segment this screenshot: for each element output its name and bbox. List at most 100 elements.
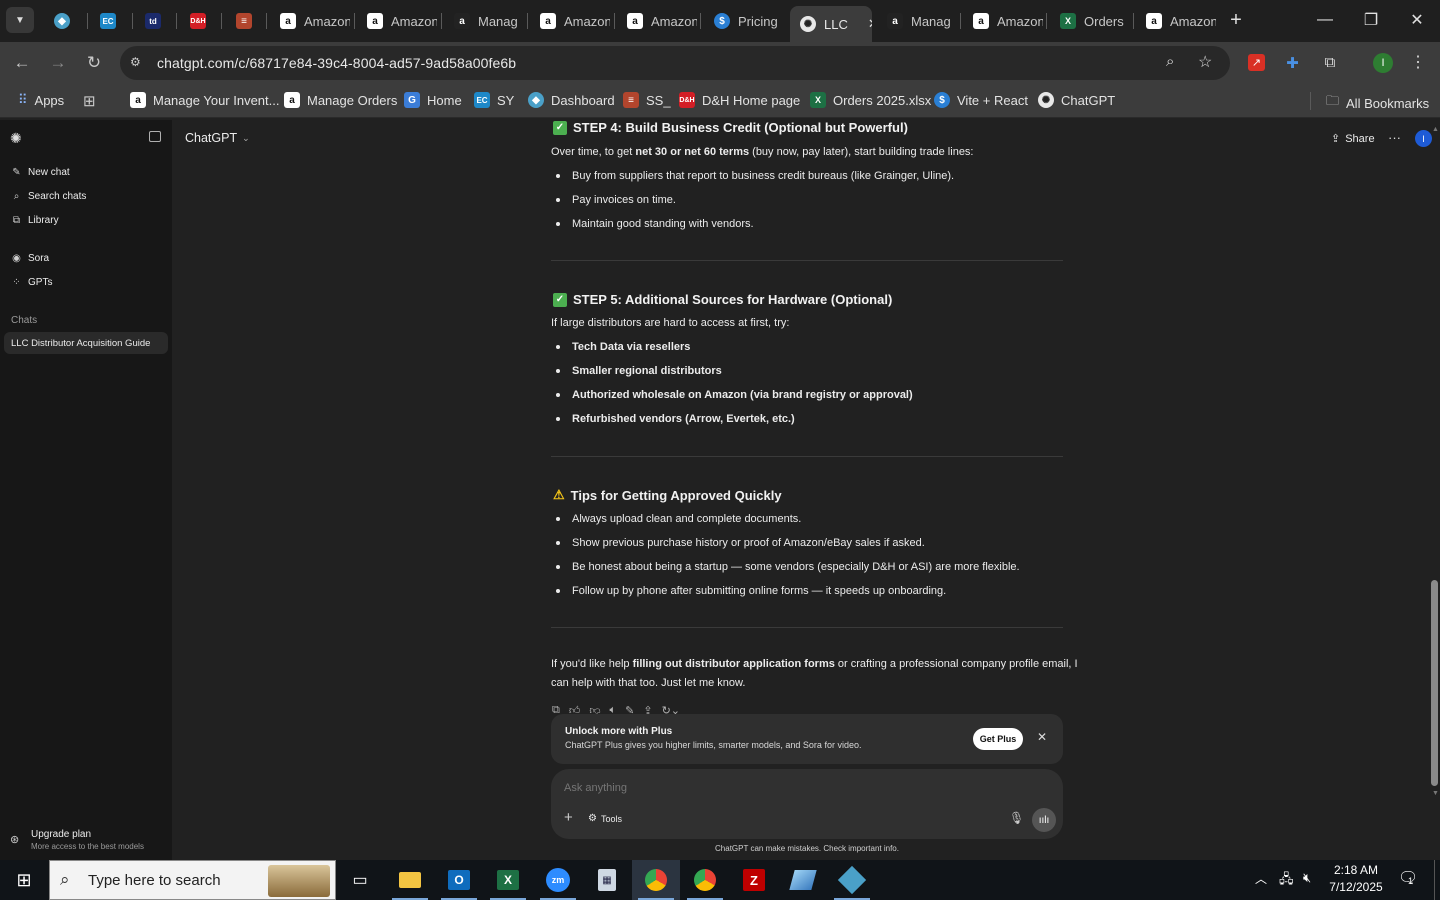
tab-amazon-3[interactable]: a Amazon xyxy=(530,6,610,36)
start-button[interactable]: ⊞ xyxy=(0,860,48,900)
folder-icon: 🗀 xyxy=(1326,93,1340,108)
notifications-icon[interactable]: 🗨︎ 1 xyxy=(1398,868,1420,890)
filezilla-icon[interactable]: Z xyxy=(730,860,778,900)
composer: + ⚙Tools 🎙︎ ıılı xyxy=(551,769,1063,839)
voice-mode-button[interactable]: ıılı xyxy=(1032,808,1056,832)
app-icon-blue[interactable] xyxy=(779,860,827,900)
bookmark-vite-react[interactable]: $ Vite + React xyxy=(934,92,1028,108)
chrome-icon[interactable] xyxy=(632,860,680,900)
tab-amazon-1[interactable]: a Amazon xyxy=(270,6,350,36)
tools-button[interactable]: ⚙ Tools xyxy=(588,813,622,824)
chrome-profile-icon[interactable] xyxy=(681,860,729,900)
tab-ec[interactable]: EC xyxy=(90,6,130,36)
zoom-app-icon[interactable]: zm xyxy=(534,860,582,900)
page-scrollbar[interactable]: ▲ ▼ xyxy=(1429,126,1439,800)
address-bar[interactable]: ⚙ chatgpt.com/c/68717e84-39c4-8004-ad57-… xyxy=(120,46,1230,80)
list-item: Authorized wholesale on Amazon (via bran… xyxy=(572,389,913,401)
new-chat-button[interactable]: ✎ New chat xyxy=(11,167,69,178)
tab-colab[interactable]: ◆ xyxy=(44,6,84,36)
prompt-input[interactable] xyxy=(564,779,1044,797)
bookmark-dashboard[interactable]: ◆ Dashboard xyxy=(528,92,615,108)
tab-amazon-2[interactable]: a Amazon xyxy=(357,6,437,36)
chat-item-llc[interactable]: LLC Distributor Acquisition Guide xyxy=(4,332,168,354)
bookmark-sy[interactable]: EC SY xyxy=(474,92,514,108)
show-desktop-button[interactable] xyxy=(1434,860,1440,900)
upgrade-plan-button[interactable]: ⊛ Upgrade plan More access to the best m… xyxy=(10,828,168,856)
tab-amazon-5[interactable]: a Amazon xyxy=(963,6,1043,36)
show-hidden-icons[interactable]: ︿ xyxy=(1255,870,1267,887)
tab-search-button[interactable]: ▼ xyxy=(6,7,34,33)
tab-pricing[interactable]: $ Pricing xyxy=(704,6,784,36)
restore-button[interactable]: ❐ xyxy=(1348,0,1394,40)
forward-button[interactable]: → xyxy=(44,49,72,77)
tab-amazon-4[interactable]: a Amazon xyxy=(617,6,697,36)
profile-avatar[interactable]: I xyxy=(1373,53,1393,73)
outlook-icon[interactable]: O xyxy=(435,860,483,900)
taskbar-search-box[interactable]: ⌕ Type here to search xyxy=(49,860,336,900)
all-bookmarks-button[interactable]: 🗀 All Bookmarks xyxy=(1326,92,1429,114)
task-view-icon[interactable]: ▭ xyxy=(336,860,384,900)
bookmark-chatgpt[interactable]: ✺ ChatGPT xyxy=(1038,92,1115,108)
zoom-icon[interactable]: ⌕ xyxy=(1166,53,1174,70)
dh-icon: D&H xyxy=(679,92,695,108)
extension-red-icon[interactable]: ↗ xyxy=(1248,54,1265,71)
extensions-puzzle-icon[interactable]: ⧉ xyxy=(1320,52,1340,72)
bookmark-star-icon[interactable]: ☆ xyxy=(1198,52,1212,72)
tab-manage-2[interactable]: a Manag xyxy=(877,6,957,36)
tab-orders[interactable]: X Orders xyxy=(1050,6,1130,36)
bookmark-dh-home[interactable]: D&H D&H Home page xyxy=(679,92,800,108)
volume-muted-icon[interactable]: 🔇︎ xyxy=(1303,870,1311,886)
share-button[interactable]: ⇪ Share xyxy=(1331,132,1375,146)
toggle-sidebar-icon[interactable] xyxy=(149,131,161,142)
sora-button[interactable]: ◉ Sora xyxy=(11,253,49,264)
tips-heading: ⚠ Tips for Getting Approved Quickly xyxy=(553,487,782,503)
tab-dh[interactable]: D&H xyxy=(180,6,220,36)
calculator-icon[interactable]: ▦ xyxy=(583,860,631,900)
excel-icon[interactable]: X xyxy=(484,860,532,900)
clock[interactable]: 2:18 AM 7/12/2025 xyxy=(1325,863,1387,894)
closing-line-2: can help with that too. Just let me know… xyxy=(551,677,746,689)
extension-blue-icon[interactable]: ✚ xyxy=(1284,54,1301,72)
bookmark-ss[interactable]: ≡ SS_ xyxy=(623,92,671,108)
add-attachment-icon[interactable]: + xyxy=(564,809,573,826)
more-options-icon[interactable]: ··· xyxy=(1388,130,1401,145)
bookmark-orders-2025[interactable]: X Orders 2025.xlsx xyxy=(810,92,931,108)
scrollbar-thumb[interactable] xyxy=(1431,580,1438,786)
sora-icon: ◉ xyxy=(12,253,21,264)
list-item: Always upload clean and complete documen… xyxy=(572,513,802,525)
library-button[interactable]: ⧉ Library xyxy=(11,215,59,226)
minimize-button[interactable]: — xyxy=(1302,0,1348,40)
file-explorer-icon[interactable] xyxy=(386,860,434,900)
amazon-icon: a xyxy=(540,13,556,29)
close-promo-icon[interactable]: ✕ xyxy=(1037,730,1047,744)
chrome-menu-icon[interactable]: ⋮ xyxy=(1410,51,1426,73)
tab-stack[interactable]: ≡ xyxy=(226,6,266,36)
get-plus-button[interactable]: Get Plus xyxy=(973,728,1023,750)
bookmark-home[interactable]: G Home xyxy=(404,92,462,108)
tab-tech-data[interactable]: td xyxy=(135,6,175,36)
tab-groups-button[interactable]: ⊞ xyxy=(83,92,96,110)
colab-taskbar-icon[interactable] xyxy=(828,860,876,900)
openai-logo-icon[interactable]: ✺ xyxy=(10,130,22,147)
new-tab-button[interactable]: + xyxy=(1224,8,1248,32)
gpts-button[interactable]: ⁘ GPTs xyxy=(11,277,52,288)
tab-llc-active[interactable]: ✺LLC✕ xyxy=(790,6,872,42)
url-text[interactable]: chatgpt.com/c/68717e84-39c4-8004-ad57-9a… xyxy=(157,55,516,71)
network-icon[interactable]: 🖧 xyxy=(1279,870,1294,892)
close-tab-icon[interactable]: ✕ xyxy=(868,16,872,32)
search-highlight-image xyxy=(268,865,330,897)
reload-button[interactable]: ↻ xyxy=(80,49,108,77)
close-window-button[interactable]: ✕ xyxy=(1394,0,1440,40)
search-chats-button[interactable]: ⌕ Search chats xyxy=(11,191,87,202)
tab-amazon-6[interactable]: a Amazon xyxy=(1136,6,1216,36)
step5-heading: ✓ STEP 5: Additional Sources for Hardware… xyxy=(553,292,892,307)
back-button[interactable]: ← xyxy=(8,49,36,77)
bookmark-manage-orders[interactable]: a Manage Orders xyxy=(284,92,397,108)
bookmark-manage-inventory[interactable]: a Manage Your Invent... xyxy=(130,92,279,108)
model-selector[interactable]: ChatGPT ⌄ xyxy=(185,131,250,145)
site-info-icon[interactable]: ⚙ xyxy=(130,55,141,69)
microphone-icon[interactable]: 🎙︎ xyxy=(1009,811,1024,825)
bookmark-apps[interactable]: ⠿ Apps xyxy=(18,92,64,108)
tab-manage-1[interactable]: a Manag xyxy=(444,6,524,36)
list-item: Pay invoices on time. xyxy=(572,194,676,206)
